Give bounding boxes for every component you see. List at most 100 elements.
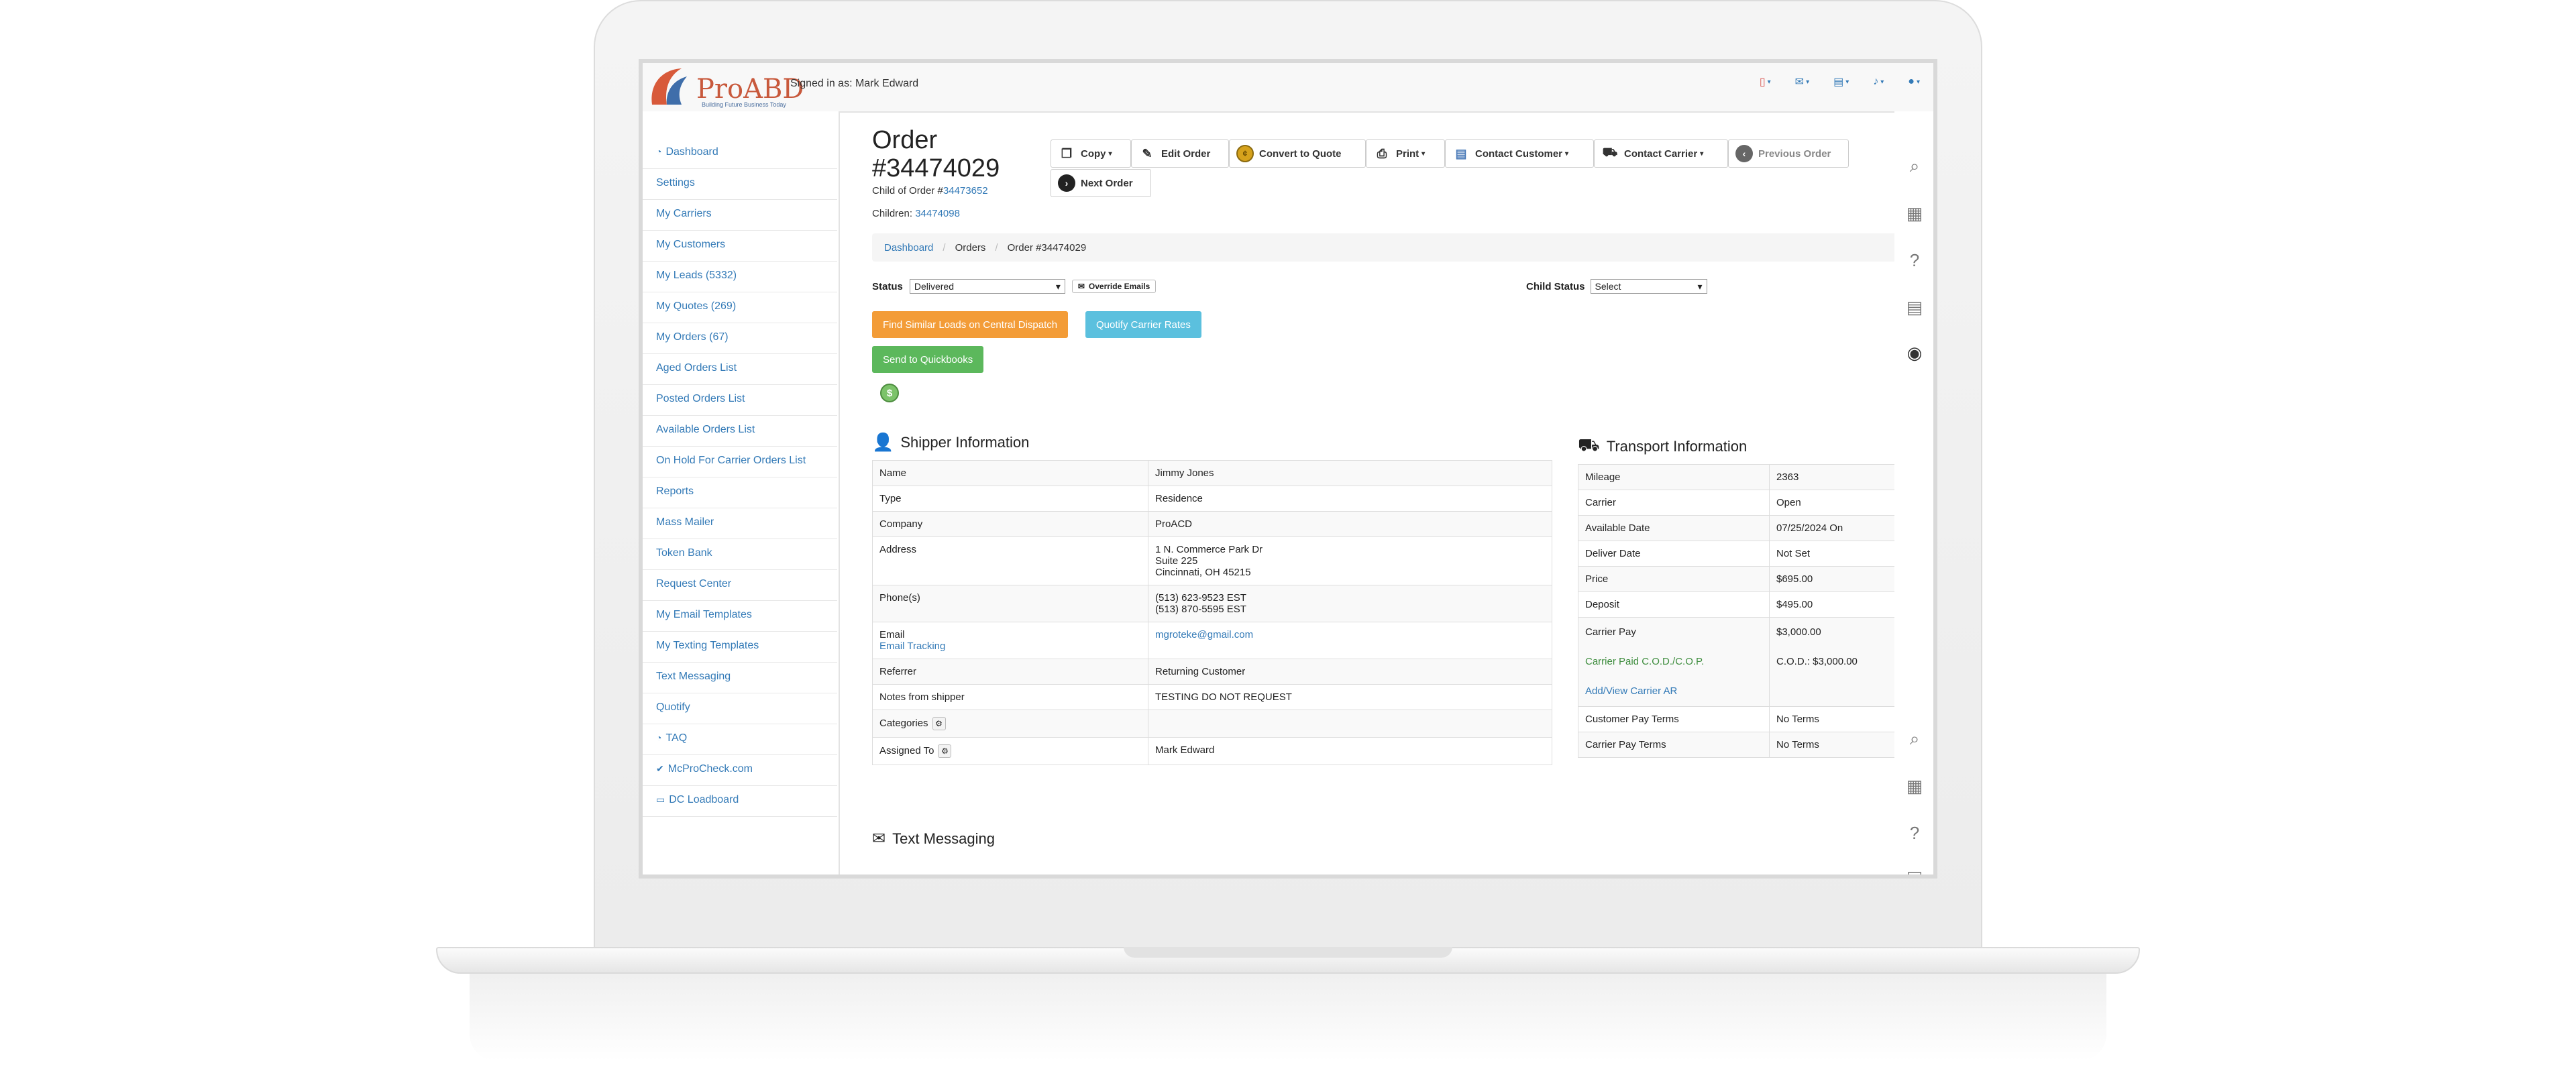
search-icon[interactable]: ⌕ <box>1905 728 1924 748</box>
children-orders: Children: 34474098 <box>872 208 960 219</box>
transport-heading: ⛟ Transport Information <box>1578 435 1747 458</box>
screen: ProABD Building Future Business Today Si… <box>639 59 1937 879</box>
text-messaging-heading: ✉ Text Messaging <box>872 830 995 848</box>
sidebar-item-dashboard[interactable]: ◔ Dashboard <box>643 138 837 169</box>
table-row: Address 1 N. Commerce Park Dr Suite 225 Cin… <box>872 536 1552 585</box>
table-row: Deliver Date Not Set <box>1578 541 1904 567</box>
copy-icon: ❐ <box>1061 146 1073 160</box>
laptop-shadow <box>470 974 2106 1061</box>
logo-text: ProABD <box>696 74 804 105</box>
sidebar-item-settings[interactable]: Settings <box>643 169 837 200</box>
sidebar-item-my-orders[interactable]: My Orders (67) <box>643 323 837 354</box>
grid-icon[interactable]: ▦ <box>1905 203 1924 223</box>
send-to-quickbooks-button[interactable]: Send to Quickbooks <box>872 346 984 373</box>
table-icon[interactable]: ▤ ▾ <box>1833 75 1849 89</box>
logo-tagline: Building Future Business Today <box>702 101 786 108</box>
signed-in-text: Signed in as: Mark Edward <box>790 78 919 89</box>
previous-order-button[interactable]: ‹ Previous Order <box>1728 139 1849 168</box>
convert-to-quote-button[interactable]: ¢ Convert to Quote <box>1229 139 1366 168</box>
status-row: Status Delivered ▾ ✉ Override Emails <box>872 279 1157 294</box>
envelope-icon[interactable]: ✉ ▾ <box>1795 75 1809 89</box>
sidebar-item-aged-orders[interactable]: Aged Orders List <box>643 354 837 385</box>
sidebar-item-my-leads[interactable]: My Leads (5332) <box>643 262 837 292</box>
sidebar-item-reports[interactable]: Reports <box>643 477 837 508</box>
table-row: Available Date 07/25/2024 On <box>1578 515 1904 541</box>
main-content: Order #34474029 Child of Order #34473652… <box>839 111 1904 874</box>
add-view-carrier-ar-link[interactable]: Add/View Carrier AR <box>1585 683 1762 699</box>
eye-icon[interactable]: ◉ <box>1905 343 1924 363</box>
bell-icon[interactable]: ♪ ▾ <box>1873 75 1884 89</box>
sidebar-item-available-orders[interactable]: Available Orders List <box>643 416 837 447</box>
calculator-icon[interactable]: ▤ <box>1905 297 1924 317</box>
sidebar-item-taq[interactable]: ◔ TAQ <box>643 724 837 755</box>
help-icon[interactable]: ? <box>1905 823 1924 843</box>
carrier-paid-label: Carrier Paid C.O.D./C.O.P. <box>1585 656 1705 667</box>
sidebar-item-my-customers[interactable]: My Customers <box>643 231 837 262</box>
sidebar-item-texting-templates[interactable]: My Texting Templates <box>643 632 837 663</box>
envelope-icon: ✉ <box>1077 282 1085 291</box>
email-link[interactable]: mgroteke@gmail.com <box>1155 629 1253 640</box>
breadcrumb-orders[interactable]: Orders <box>955 242 986 253</box>
table-row: Notes from shipper TESTING DO NOT REQUEST <box>872 684 1552 710</box>
sidebar-item-quotify[interactable]: Quotify <box>643 693 837 724</box>
table-row: Carrier Open <box>1578 490 1904 516</box>
transport-table: Mileage 2363 Carrier Open Available Date 07… <box>1578 464 1904 758</box>
sidebar-item-mcprocheck[interactable]: ✔ McProCheck.com <box>643 755 837 786</box>
print-button[interactable]: ⎙ Print ▾ <box>1366 139 1445 168</box>
copy-button[interactable]: ❐ Copy ▾ <box>1051 139 1131 168</box>
contact-customer-button[interactable]: ▤ Contact Customer ▾ <box>1445 139 1594 168</box>
dashboard-icon: ◔ <box>656 146 662 157</box>
laptop-notch <box>1124 947 1452 958</box>
table-row: Mileage 2363 <box>1578 464 1904 490</box>
logo[interactable]: ProABD Building Future Business Today <box>647 66 804 109</box>
table-row: Carrier Pay Carrier Paid C.O.D./C.O.P. A… <box>1578 617 1904 707</box>
sidebar-item-request-center[interactable]: Request Center <box>643 570 837 601</box>
status-select[interactable]: Delivered ▾ <box>909 279 1065 294</box>
dashboard-icon: ◔ <box>656 732 662 743</box>
printer-icon: ⎙ <box>1377 146 1387 160</box>
contact-carrier-button[interactable]: ⛟ Contact Carrier ▾ <box>1594 139 1728 168</box>
user-icon[interactable]: ● ▾ <box>1908 75 1920 89</box>
help-icon[interactable]: ? <box>1905 250 1924 270</box>
logo-mark-icon <box>651 68 687 105</box>
next-order-button[interactable]: › Next Order <box>1051 169 1151 197</box>
sidebar: ◔ Dashboard Settings My Carriers My Custo… <box>643 111 840 874</box>
table-row: Deposit $495.00 <box>1578 591 1904 618</box>
edit-icon: ✎ <box>1142 146 1152 160</box>
search-icon[interactable]: ⌕ <box>1905 156 1924 176</box>
child-of-order: Child of Order #34473652 <box>872 185 988 196</box>
child-order-link[interactable]: 34474098 <box>915 208 960 219</box>
child-status-select[interactable]: Select ▾ <box>1590 279 1707 294</box>
sidebar-item-dc-loadboard[interactable]: ▭ DC Loadboard <box>643 786 837 817</box>
gear-icon[interactable]: ⚙ <box>932 717 946 730</box>
sidebar-item-text-messaging[interactable]: Text Messaging <box>643 663 837 693</box>
sidebar-item-my-carriers[interactable]: My Carriers <box>643 200 837 231</box>
breadcrumb-dashboard[interactable]: Dashboard <box>884 242 933 253</box>
truck-icon: ⛟ <box>1602 146 1618 159</box>
calculator-icon[interactable]: ▤ <box>1905 867 1924 875</box>
override-emails-button[interactable]: ✉ Override Emails <box>1071 280 1157 293</box>
email-tracking-link[interactable]: Email Tracking <box>879 640 945 652</box>
coin-icon: ¢ <box>1236 145 1254 162</box>
dollar-icon[interactable]: $ <box>880 384 899 402</box>
top-icon-group: ▯ ▾ ✉ ▾ ▤ ▾ ♪ ▾ ● ▾ <box>1760 75 1920 89</box>
table-row: Referrer Returning Customer <box>872 659 1552 685</box>
breadcrumb: Dashboard / Orders / Order #34474029 <box>872 233 1902 262</box>
sidebar-item-token-bank[interactable]: Token Bank <box>643 539 837 570</box>
sidebar-item-mass-mailer[interactable]: Mass Mailer <box>643 508 837 539</box>
sidebar-item-email-templates[interactable]: My Email Templates <box>643 601 837 632</box>
gear-icon[interactable]: ⚙ <box>938 744 952 758</box>
quotify-carrier-rates-button[interactable]: Quotify Carrier Rates <box>1085 311 1201 338</box>
envelope-icon: ✉ <box>872 830 886 848</box>
chevron-right-icon: › <box>1058 174 1075 192</box>
central-dispatch-button[interactable]: Find Similar Loads on Central Dispatch <box>872 311 1069 338</box>
sidebar-item-posted-orders[interactable]: Posted Orders List <box>643 385 837 416</box>
table-row: Company ProACD <box>872 511 1552 537</box>
user-icon: 👤 <box>872 432 894 452</box>
sidebar-item-on-hold-orders[interactable]: On Hold For Carrier Orders List <box>643 447 837 477</box>
parent-order-link[interactable]: 34473652 <box>943 185 988 196</box>
sidebar-item-my-quotes[interactable]: My Quotes (269) <box>643 292 837 323</box>
grid-icon[interactable]: ▦ <box>1905 776 1924 796</box>
edit-order-button[interactable]: ✎ Edit Order <box>1131 139 1229 168</box>
mobile-icon[interactable]: ▯ ▾ <box>1760 75 1771 89</box>
